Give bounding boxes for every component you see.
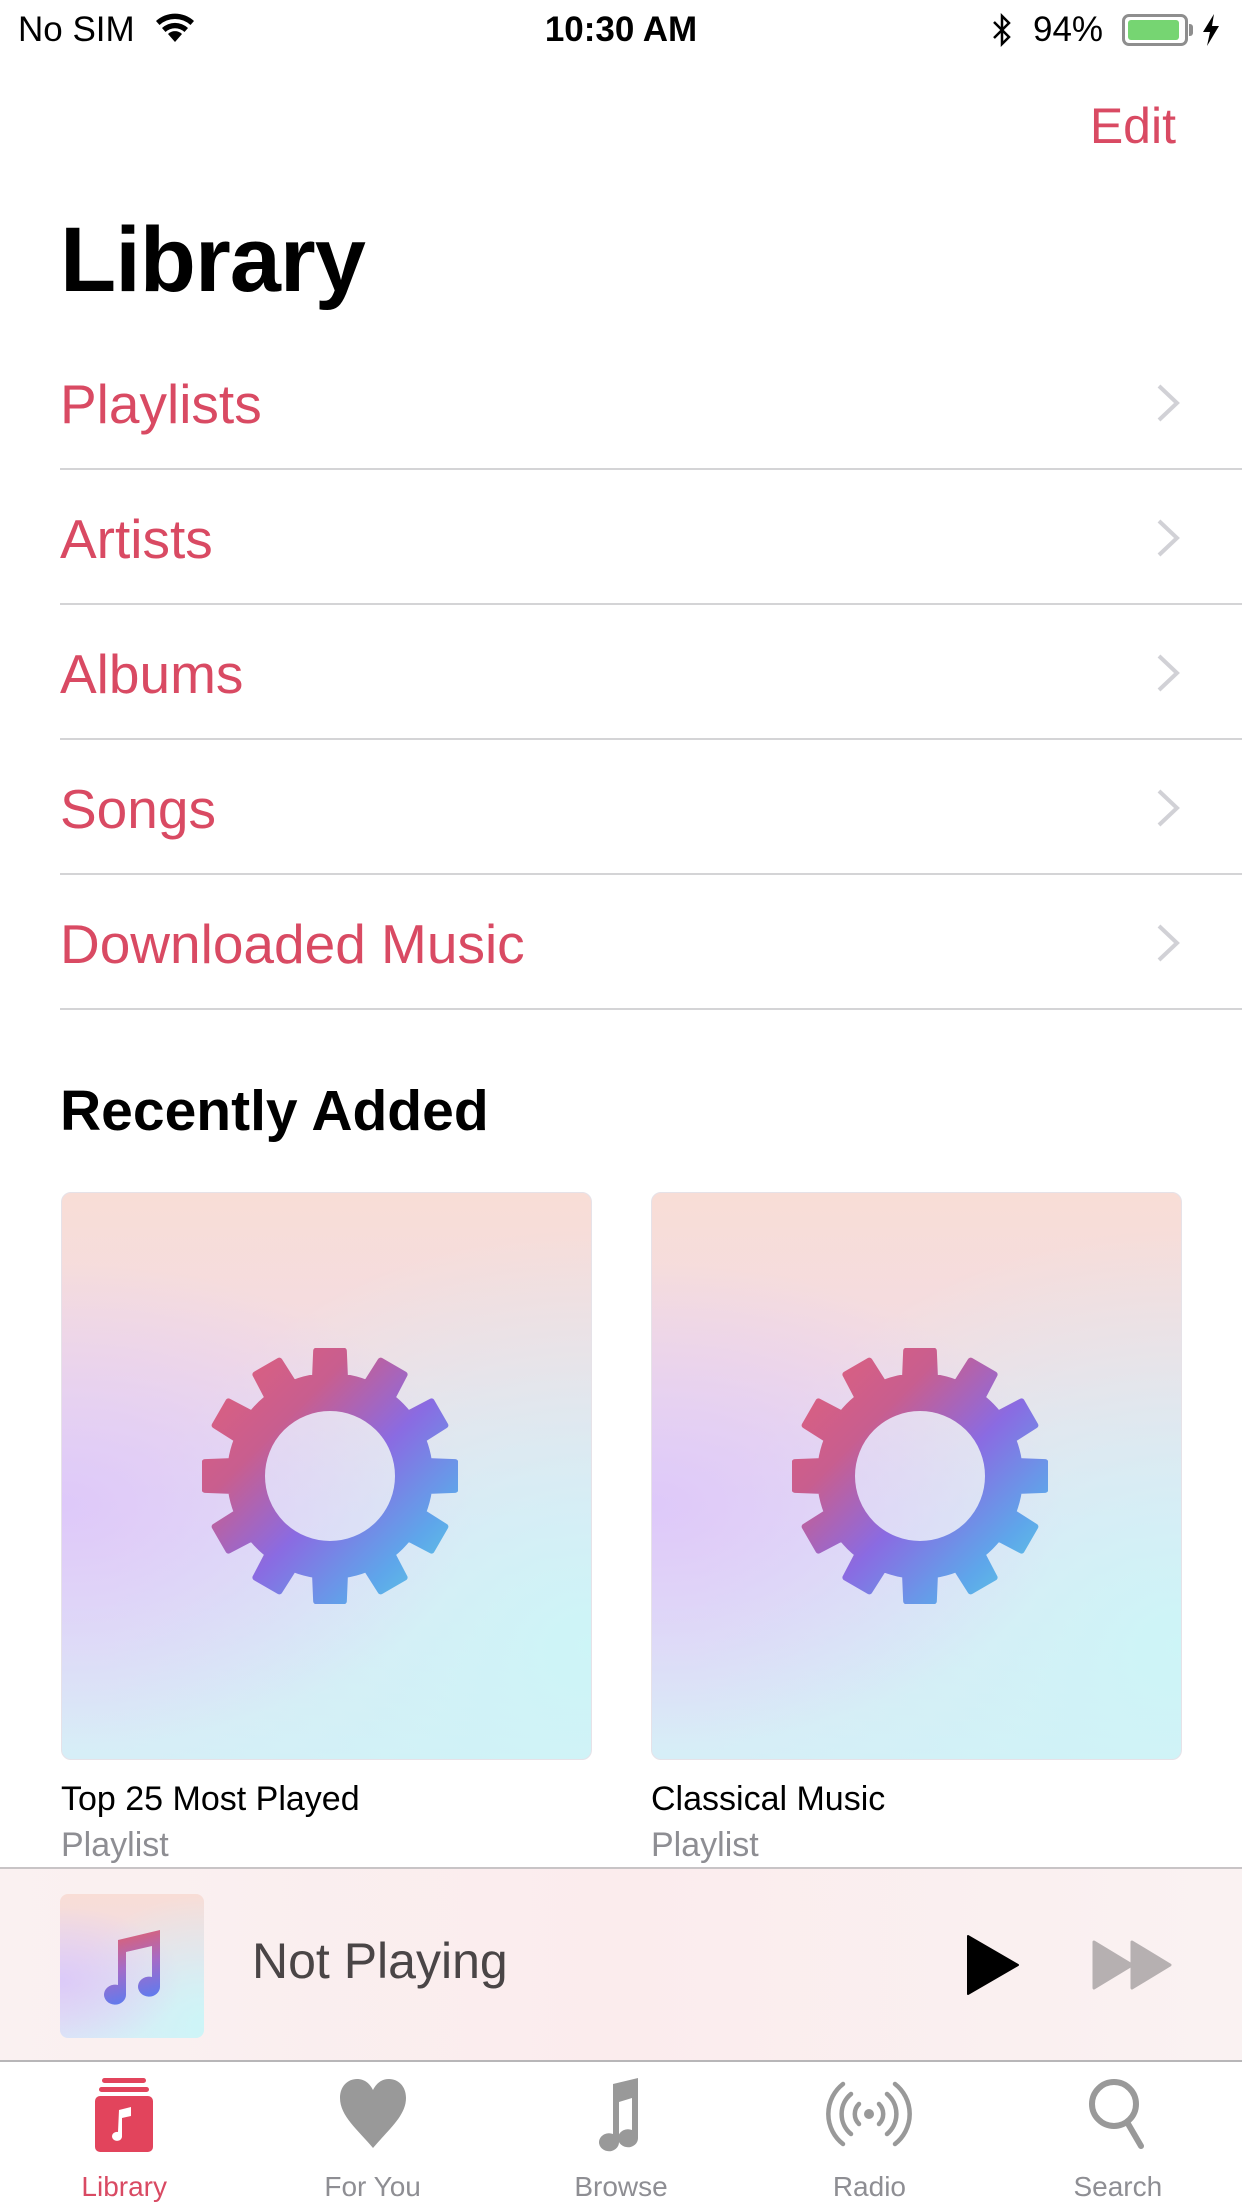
tab-for-you[interactable]: For You bbox=[248, 2062, 496, 2208]
fast-forward-icon[interactable] bbox=[1090, 1939, 1176, 1991]
library-item-downloaded-music[interactable]: Downloaded Music bbox=[60, 875, 1242, 1010]
gear-icon bbox=[792, 1348, 1048, 1604]
library-item-label: Downloaded Music bbox=[60, 913, 525, 975]
tab-label: For You bbox=[324, 2171, 421, 2202]
search-icon bbox=[1088, 2079, 1144, 2149]
edit-button[interactable]: Edit bbox=[1090, 98, 1176, 154]
tab-radio[interactable]: Radio bbox=[745, 2062, 993, 2208]
library-item-albums[interactable]: Albums bbox=[60, 605, 1242, 740]
mini-player[interactable]: Not Playing bbox=[0, 1867, 1242, 2060]
recent-item-title: Top 25 Most Played bbox=[61, 1780, 360, 1818]
library-item-artists[interactable]: Artists bbox=[60, 470, 1242, 605]
battery-level bbox=[1128, 20, 1179, 40]
chevron-right-icon bbox=[1157, 519, 1180, 557]
chevron-right-icon bbox=[1157, 924, 1180, 962]
now-playing-artwork bbox=[60, 1894, 204, 2038]
recent-item-card[interactable]: Classical Music Playlist bbox=[651, 1192, 1182, 1866]
radio-icon bbox=[826, 2081, 913, 2147]
library-icon bbox=[95, 2078, 154, 2152]
tab-label: Radio bbox=[832, 2171, 906, 2202]
bolt-icon bbox=[1203, 14, 1219, 46]
library-item-playlists[interactable]: Playlists bbox=[60, 335, 1242, 470]
library-item-label: Albums bbox=[60, 643, 244, 705]
library-item-label: Songs bbox=[60, 778, 216, 840]
chevron-right-icon bbox=[1157, 789, 1180, 827]
tab-browse[interactable]: Browse bbox=[497, 2062, 745, 2208]
recent-item-card[interactable]: Top 25 Most Played Playlist bbox=[61, 1192, 592, 1866]
recent-item-subtitle: Playlist bbox=[61, 1826, 169, 1864]
page-title: Library bbox=[60, 209, 366, 311]
now-playing-title: Not Playing bbox=[252, 1933, 508, 1989]
tab-label: Search bbox=[1073, 2171, 1163, 2202]
library-item-label: Playlists bbox=[60, 373, 262, 435]
gear-shape bbox=[792, 1348, 1048, 1604]
playlist-artwork bbox=[651, 1192, 1182, 1760]
playlist-artwork bbox=[61, 1192, 592, 1760]
chevron-right-icon bbox=[1157, 384, 1180, 422]
tab-search[interactable]: Search bbox=[994, 2062, 1242, 2208]
play-icon[interactable] bbox=[962, 1933, 1024, 1997]
recent-item-title: Classical Music bbox=[651, 1780, 886, 1818]
library-item-songs[interactable]: Songs bbox=[60, 740, 1242, 875]
battery-percent: 94% bbox=[1033, 10, 1104, 49]
bluetooth-icon bbox=[993, 12, 1011, 48]
gear-icon bbox=[202, 1348, 458, 1604]
heart-icon bbox=[339, 2079, 406, 2148]
status-bar: No SIM 10:30 AM 94% bbox=[0, 0, 1242, 60]
chevron-right-icon bbox=[1157, 654, 1180, 692]
library-item-label: Artists bbox=[60, 508, 213, 570]
battery-icon bbox=[1122, 14, 1188, 46]
library-list: Playlists Artists Albums Songs Downloade… bbox=[60, 335, 1242, 1010]
section-title-recently-added: Recently Added bbox=[60, 1079, 489, 1143]
music-note-icon bbox=[599, 2078, 639, 2152]
recent-item-subtitle: Playlist bbox=[651, 1826, 759, 1864]
gear-shape bbox=[202, 1348, 458, 1604]
music-note-icon bbox=[104, 1930, 161, 2005]
tab-bar: Library For You Browse Radio Search bbox=[0, 2060, 1242, 2208]
battery-nub bbox=[1189, 24, 1193, 36]
tab-label: Browse bbox=[574, 2171, 668, 2202]
tab-label: Library bbox=[81, 2171, 167, 2202]
tab-library[interactable]: Library bbox=[0, 2062, 248, 2208]
